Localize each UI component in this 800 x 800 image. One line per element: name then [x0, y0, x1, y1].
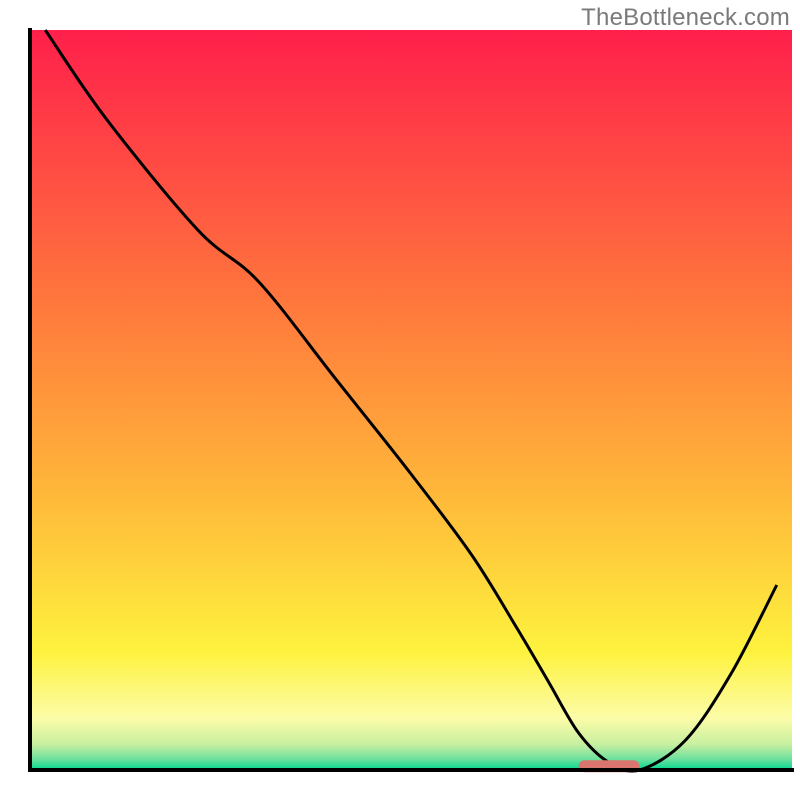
attribution-label: TheBottleneck.com — [581, 4, 790, 32]
bottleneck-chart: TheBottleneck.com — [0, 0, 800, 800]
plot-background — [30, 30, 792, 770]
chart-svg — [0, 0, 800, 800]
